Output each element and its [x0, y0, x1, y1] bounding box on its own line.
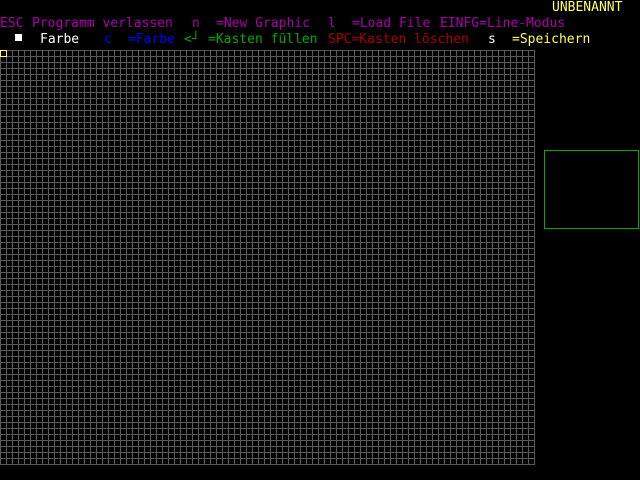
- load-file-key[interactable]: l: [328, 16, 336, 32]
- enter-key-icon[interactable]: <┘: [184, 32, 200, 48]
- exit-program-label: Programm verlassen: [32, 16, 173, 31]
- line-mode-label[interactable]: EINFG=Line-Modus: [440, 16, 565, 32]
- color-label: Farbe: [40, 32, 80, 47]
- save-label: =Speichern: [512, 32, 591, 47]
- pixel-editor-grid[interactable]: [0, 50, 535, 465]
- help-line-edit: Farbe c =Farbe <┘ =Kasten füllen SPC=Kas…: [0, 32, 590, 48]
- grid-cursor: [0, 50, 7, 57]
- esc-key-label[interactable]: ESC: [0, 16, 23, 32]
- color-change-label: =Farbe: [128, 32, 175, 47]
- fill-box-label: =Kasten füllen: [208, 32, 318, 47]
- save-key[interactable]: s: [488, 32, 496, 48]
- color-key[interactable]: c: [104, 32, 112, 48]
- graphic-preview-box: [544, 150, 639, 229]
- clear-box-label[interactable]: SPC=Kasten löschen: [328, 32, 469, 48]
- new-graphic-label: =New Graphic: [216, 16, 310, 31]
- help-line-commands: ESC Programm verlassen n =New Graphic l …: [0, 16, 565, 32]
- new-graphic-key[interactable]: n: [192, 16, 200, 32]
- load-file-label: =Load File: [352, 16, 431, 31]
- file-title: UNBENANNT: [552, 0, 623, 15]
- current-color-swatch-icon: [15, 34, 22, 41]
